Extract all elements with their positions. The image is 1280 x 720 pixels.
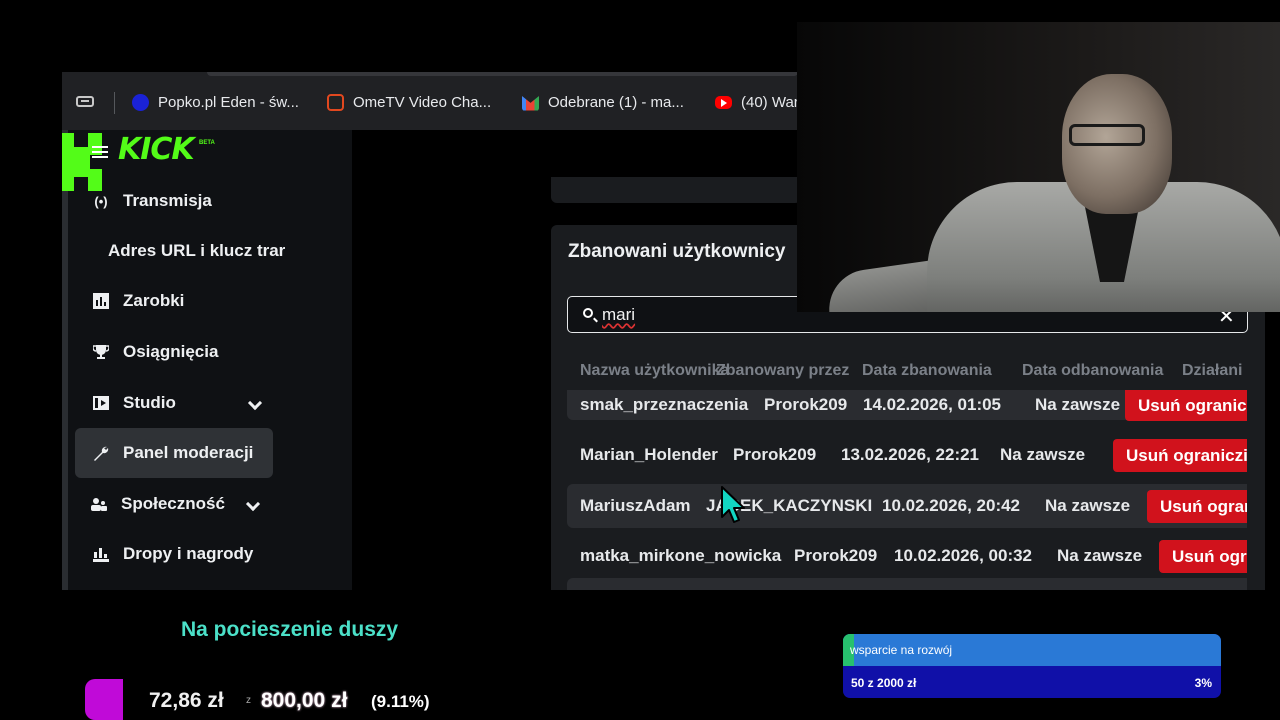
drops-icon — [92, 545, 110, 563]
row-unban-date: Na zawsze — [1000, 445, 1086, 464]
tab-label: (40) War — [741, 93, 798, 111]
row-username: Marian_Holender — [580, 445, 718, 464]
sidebar-item-zarobki[interactable]: Zarobki — [92, 279, 184, 323]
sidebar-item-label: Społeczność — [121, 494, 225, 513]
sidebar-item-spolecznosc[interactable]: Społeczność — [90, 482, 261, 526]
row-banned-by: Prorok209 — [764, 395, 848, 414]
search-input-value[interactable]: mari — [602, 305, 635, 325]
browser-tab-popko[interactable]: Popko.pl Eden - św... — [132, 90, 299, 114]
broadcast-icon: (•) — [94, 193, 108, 209]
goal-percent: (9.11%) — [371, 692, 430, 711]
stream-motto: Na pocieszenie duszy — [181, 618, 399, 641]
sidebar-item-label: Dropy i nagrody — [123, 544, 254, 563]
sidebar-item-dropy[interactable]: Dropy i nagrody — [92, 532, 253, 576]
column-header-banned-by[interactable]: Zbanowany przez — [716, 362, 849, 380]
chevron-down-icon[interactable] — [245, 496, 261, 512]
chart-icon — [92, 292, 110, 310]
browser-tab-strip: Popko.pl Eden - św... OmeTV Video Cha...… — [62, 72, 798, 130]
column-header-username[interactable]: Nazwa użytkownika — [580, 362, 729, 380]
banned-users-title: Zbanowani użytkownicy — [568, 241, 786, 262]
search-icon — [583, 308, 593, 318]
support-amount: 50 z 2000 zł — [851, 676, 917, 690]
sidebar-scroll-edge — [62, 130, 68, 590]
chevron-down-icon[interactable] — [247, 395, 263, 411]
row-ban-date: 10.02.2026, 20:42 — [882, 496, 1021, 515]
mouse-cursor-icon — [721, 486, 745, 523]
browser-tab-youtube[interactable]: (40) War — [715, 90, 798, 114]
browser-tab-gmail[interactable]: Odebrane (1) - ma... — [522, 90, 684, 114]
sidebar-item-label: Adres URL i klucz trar — [108, 241, 286, 260]
tab-label: OmeTV Video Cha... — [353, 93, 492, 111]
unban-button[interactable]: Usuń ograniczi — [1113, 439, 1247, 472]
row-ban-date: 10.02.2026, 00:32 — [894, 546, 1033, 565]
webcam-feed — [797, 22, 1280, 312]
tab-strip-highlight — [207, 72, 798, 76]
support-percent: 3% — [1194, 676, 1212, 690]
row-banned-by: Prorok209 — [733, 445, 817, 464]
wrench-icon — [92, 444, 110, 462]
unban-button[interactable]: Usuń ogr — [1159, 540, 1247, 573]
goal-icon — [85, 679, 123, 720]
browser-tab-ometv[interactable]: OmeTV Video Cha... — [327, 90, 491, 114]
previous-section-card — [551, 177, 801, 203]
column-header-unban-date[interactable]: Data odbanowania — [1022, 362, 1163, 380]
ometv-favicon-icon — [327, 93, 344, 111]
sidebar-item-studio[interactable]: Studio — [92, 381, 263, 425]
row-unban-date: Na zawsze — [1057, 546, 1143, 565]
banned-table: smak_przeznaczenia Prorok209 14.02.2026,… — [551, 390, 1247, 590]
tab-label: Odebrane (1) - ma... — [548, 93, 684, 111]
row-username: smak_przeznaczenia — [580, 395, 749, 414]
goal-separator: z — [246, 695, 251, 706]
row-ban-date: 13.02.2026, 22:21 — [841, 445, 980, 464]
kick-logo[interactable]: KICK — [118, 132, 195, 167]
sidebar-item-label: Osiągnięcia — [123, 342, 219, 361]
column-header-actions[interactable]: Działani — [1182, 362, 1247, 380]
sidebar-item-label: Studio — [123, 393, 176, 412]
support-title: wsparcie na rozwój — [850, 643, 953, 657]
youtube-favicon-icon — [715, 95, 732, 109]
sidebar-item-label: Zarobki — [123, 291, 185, 310]
tab-separator — [114, 92, 115, 114]
gmail-favicon-icon — [522, 96, 539, 111]
support-goal-widget: wsparcie na rozwój 50 z 2000 zł 3% — [843, 634, 1221, 698]
row-banned-by: Prorok209 — [794, 546, 878, 565]
sidebar-item-osiagniecia[interactable]: Osiągnięcia — [92, 330, 218, 374]
popko-favicon-icon — [132, 93, 149, 111]
row-username: matka_mirkone_nowicka — [580, 546, 782, 565]
tab-label: Popko.pl Eden - św... — [158, 93, 299, 111]
table-row — [567, 578, 1247, 590]
sidebar-item-label: Panel moderacji — [123, 443, 254, 462]
goal-current-amount: 72,86 zł — [149, 689, 224, 712]
studio-icon — [92, 394, 110, 412]
column-header-ban-date[interactable]: Data zbanowania — [862, 362, 992, 380]
sidebar-item-label: Transmisja — [123, 191, 212, 210]
menu-icon[interactable] — [92, 146, 108, 158]
community-icon — [90, 495, 108, 513]
row-username: MariuszAdam — [580, 496, 691, 515]
sidebar-item-transmisja[interactable]: (•) Transmisja — [92, 179, 212, 223]
row-unban-date: Na zawsze — [1035, 395, 1121, 414]
trophy-icon — [92, 343, 110, 361]
row-ban-date: 14.02.2026, 01:05 — [863, 395, 1002, 414]
sidebar-item-stream-url[interactable]: Adres URL i klucz trar — [108, 229, 285, 273]
row-unban-date: Na zawsze — [1045, 496, 1131, 515]
sidebar-item-panel-moderacji[interactable]: Panel moderacji — [92, 431, 253, 475]
beta-badge: BETA — [199, 140, 215, 146]
unban-button[interactable]: Usuń ogranic — [1125, 390, 1247, 421]
goal-target-amount: 800,00 zł — [261, 689, 348, 712]
unban-button[interactable]: Usuń ogran — [1147, 490, 1247, 523]
tab-search-icon[interactable] — [76, 96, 94, 107]
